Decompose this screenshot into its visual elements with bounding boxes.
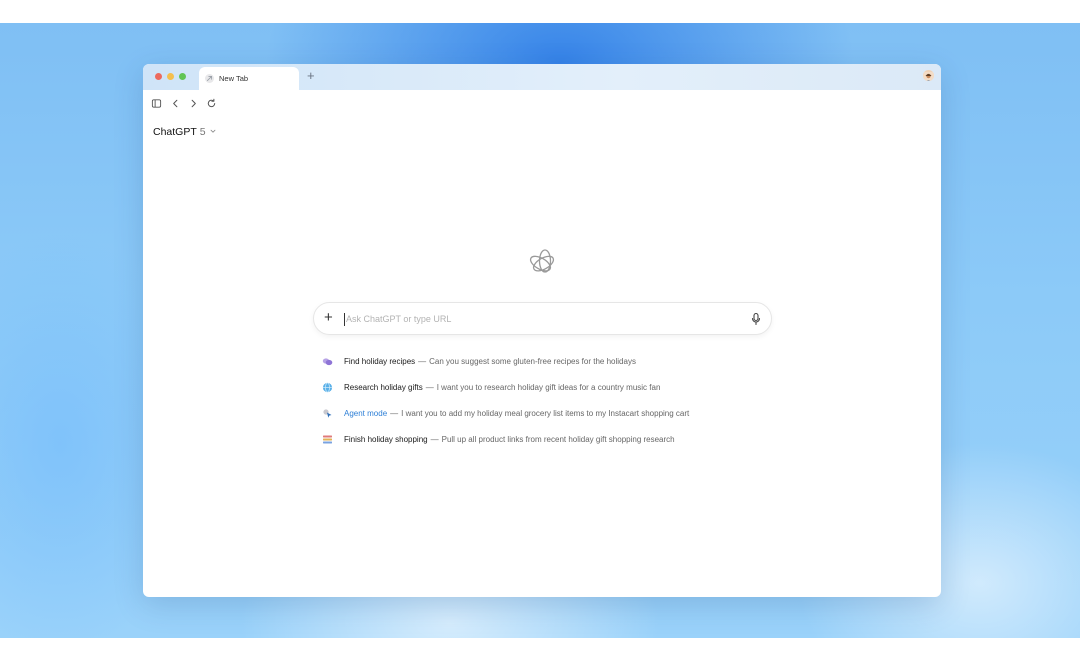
sidebar-toggle-icon[interactable] bbox=[151, 96, 163, 108]
suggestion-description: I want you to research holiday gift idea… bbox=[436, 382, 661, 392]
new-tab-button[interactable]: + bbox=[307, 68, 315, 84]
tab-new-tab[interactable]: New Tab bbox=[199, 67, 299, 90]
suggestion-description: Pull up all product links from recent ho… bbox=[441, 434, 675, 444]
zoom-window-button[interactable] bbox=[179, 73, 186, 80]
title-bar: New Tab + bbox=[143, 64, 941, 90]
tab-title: New Tab bbox=[219, 74, 249, 83]
globe-icon bbox=[322, 382, 333, 393]
text-caret bbox=[344, 313, 345, 326]
suggestion-separator: — bbox=[425, 382, 434, 392]
suggestion-title: Research holiday gifts bbox=[344, 382, 423, 392]
suggestion-list: Find holiday recipes — Can you suggest s… bbox=[322, 348, 782, 452]
suggestion-item[interactable]: Research holiday gifts — I want you to r… bbox=[322, 374, 782, 400]
model-switcher[interactable]: ChatGPT 5 bbox=[153, 126, 217, 138]
suggestion-description: Can you suggest some gluten-free recipes… bbox=[429, 356, 636, 366]
model-name: ChatGPT bbox=[153, 126, 197, 138]
chevron-right-icon[interactable] bbox=[188, 96, 200, 108]
chevron-down-icon bbox=[209, 126, 217, 138]
suggestion-item[interactable]: Agent mode — I want you to add my holida… bbox=[322, 400, 782, 426]
openai-logo-icon bbox=[526, 245, 558, 277]
add-attachment-button[interactable]: + bbox=[324, 310, 333, 326]
suggestion-title: Find holiday recipes bbox=[344, 356, 416, 366]
shopping-list-icon bbox=[322, 434, 333, 445]
suggestion-separator: — bbox=[390, 408, 399, 418]
reload-icon[interactable] bbox=[206, 96, 218, 108]
suggestion-description: I want you to add my holiday meal grocer… bbox=[401, 408, 690, 418]
microphone-icon[interactable] bbox=[750, 312, 762, 326]
chevron-left-icon[interactable] bbox=[170, 96, 182, 108]
omnibox-input[interactable] bbox=[346, 311, 726, 327]
suggestion-separator: — bbox=[430, 434, 439, 444]
omnibox: + bbox=[313, 302, 772, 335]
close-window-button[interactable] bbox=[155, 73, 162, 80]
suggestion-item[interactable]: Find holiday recipes — Can you suggest s… bbox=[322, 348, 782, 374]
suggestion-title: Agent mode bbox=[344, 408, 388, 418]
minimize-window-button[interactable] bbox=[167, 73, 174, 80]
browser-window: New Tab + ChatGPT 5 + Ask ChatGPT or typ… bbox=[143, 64, 941, 597]
suggestion-item[interactable]: Finish holiday shopping — Pull up all pr… bbox=[322, 426, 782, 452]
model-version: 5 bbox=[199, 126, 206, 138]
profile-avatar[interactable] bbox=[923, 70, 934, 81]
new-tab-favicon-icon bbox=[205, 74, 214, 83]
suggestion-separator: — bbox=[418, 356, 427, 366]
browser-toolbar bbox=[143, 90, 941, 115]
suggestion-title: Finish holiday shopping bbox=[344, 434, 428, 444]
recipe-icon bbox=[322, 356, 333, 367]
agent-cursor-icon bbox=[322, 408, 333, 419]
